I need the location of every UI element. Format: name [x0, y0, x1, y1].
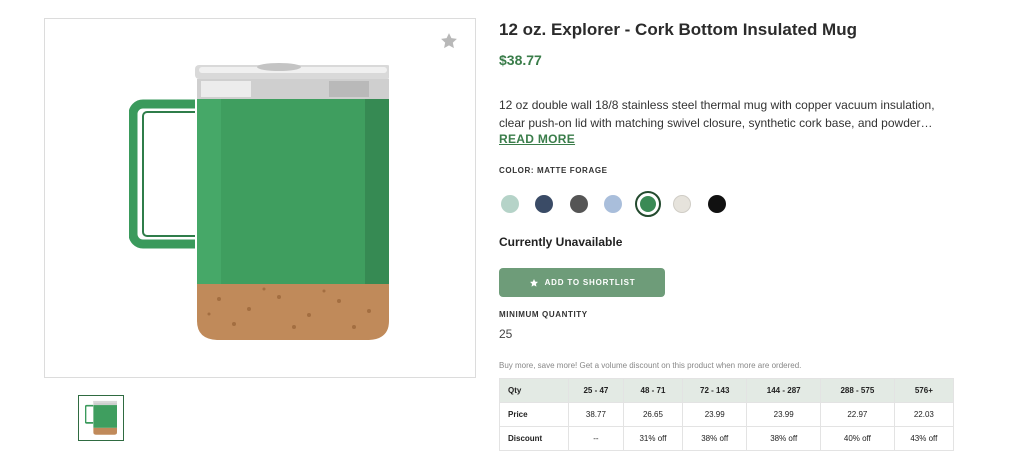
table-cell: 31% off [622, 426, 684, 451]
color-label: COLOR: MATTE FORAGE [499, 166, 608, 175]
table-cell: 22.03 [893, 402, 955, 427]
swatch-navy[interactable] [535, 195, 553, 213]
table-cell: 40% off [820, 426, 895, 451]
table-cell: 23.99 [682, 402, 748, 427]
minimum-quantity-value: 25 [499, 327, 513, 341]
favorite-star-icon[interactable] [439, 31, 459, 51]
swatch-matte-forage[interactable] [635, 191, 661, 217]
swatch-charcoal[interactable] [570, 195, 588, 213]
table-header: 288 - 575 [820, 378, 895, 403]
row-label: Discount [499, 426, 569, 451]
product-price: $38.77 [499, 52, 542, 68]
table-cell: 38% off [682, 426, 748, 451]
add-to-shortlist-button[interactable]: ADD TO SHORTLIST [499, 268, 665, 297]
table-cell: 38.77 [568, 402, 624, 427]
product-image-frame [44, 18, 476, 378]
star-icon [529, 278, 538, 287]
table-cell: 23.99 [746, 402, 822, 427]
availability-status: Currently Unavailable [499, 235, 623, 249]
swatch-cream[interactable] [673, 195, 691, 213]
swatch-black[interactable] [708, 195, 726, 213]
swatch-light-blue[interactable] [604, 195, 622, 213]
table-header: 25 - 47 [568, 378, 624, 403]
table-header: 144 - 287 [746, 378, 822, 403]
table-cell: 38% off [746, 426, 822, 451]
shortlist-label: ADD TO SHORTLIST [544, 278, 636, 287]
table-header: 576+ [893, 378, 955, 403]
table-cell: 22.97 [820, 402, 895, 427]
volume-discount-note: Buy more, save more! Get a volume discou… [499, 361, 802, 370]
mug-thumbnail[interactable] [78, 395, 124, 441]
table-row: Price 38.77 26.65 23.99 23.99 22.97 22.0… [499, 402, 955, 427]
table-header: 72 - 143 [682, 378, 748, 403]
product-title: 12 oz. Explorer - Cork Bottom Insulated … [499, 20, 857, 39]
product-description: 12 oz double wall 18/8 stainless steel t… [499, 98, 935, 130]
pricing-header-row: Qty 25 - 47 48 - 71 72 - 143 144 - 287 2… [499, 378, 955, 403]
table-cell: -- [568, 426, 624, 451]
swatch-seafoam[interactable] [501, 195, 519, 213]
mug-image [129, 63, 389, 340]
pricing-table: Qty 25 - 47 48 - 71 72 - 143 144 - 287 2… [499, 378, 955, 451]
table-row: Discount -- 31% off 38% off 38% off 40% … [499, 426, 955, 451]
row-label: Price [499, 402, 569, 427]
table-header: Qty [499, 378, 569, 403]
table-cell: 43% off [893, 426, 955, 451]
minimum-quantity-label: MINIMUM QUANTITY [499, 310, 588, 319]
table-header: 48 - 71 [622, 378, 684, 403]
table-cell: 26.65 [622, 402, 684, 427]
read-more-link[interactable]: READ MORE [499, 132, 575, 146]
